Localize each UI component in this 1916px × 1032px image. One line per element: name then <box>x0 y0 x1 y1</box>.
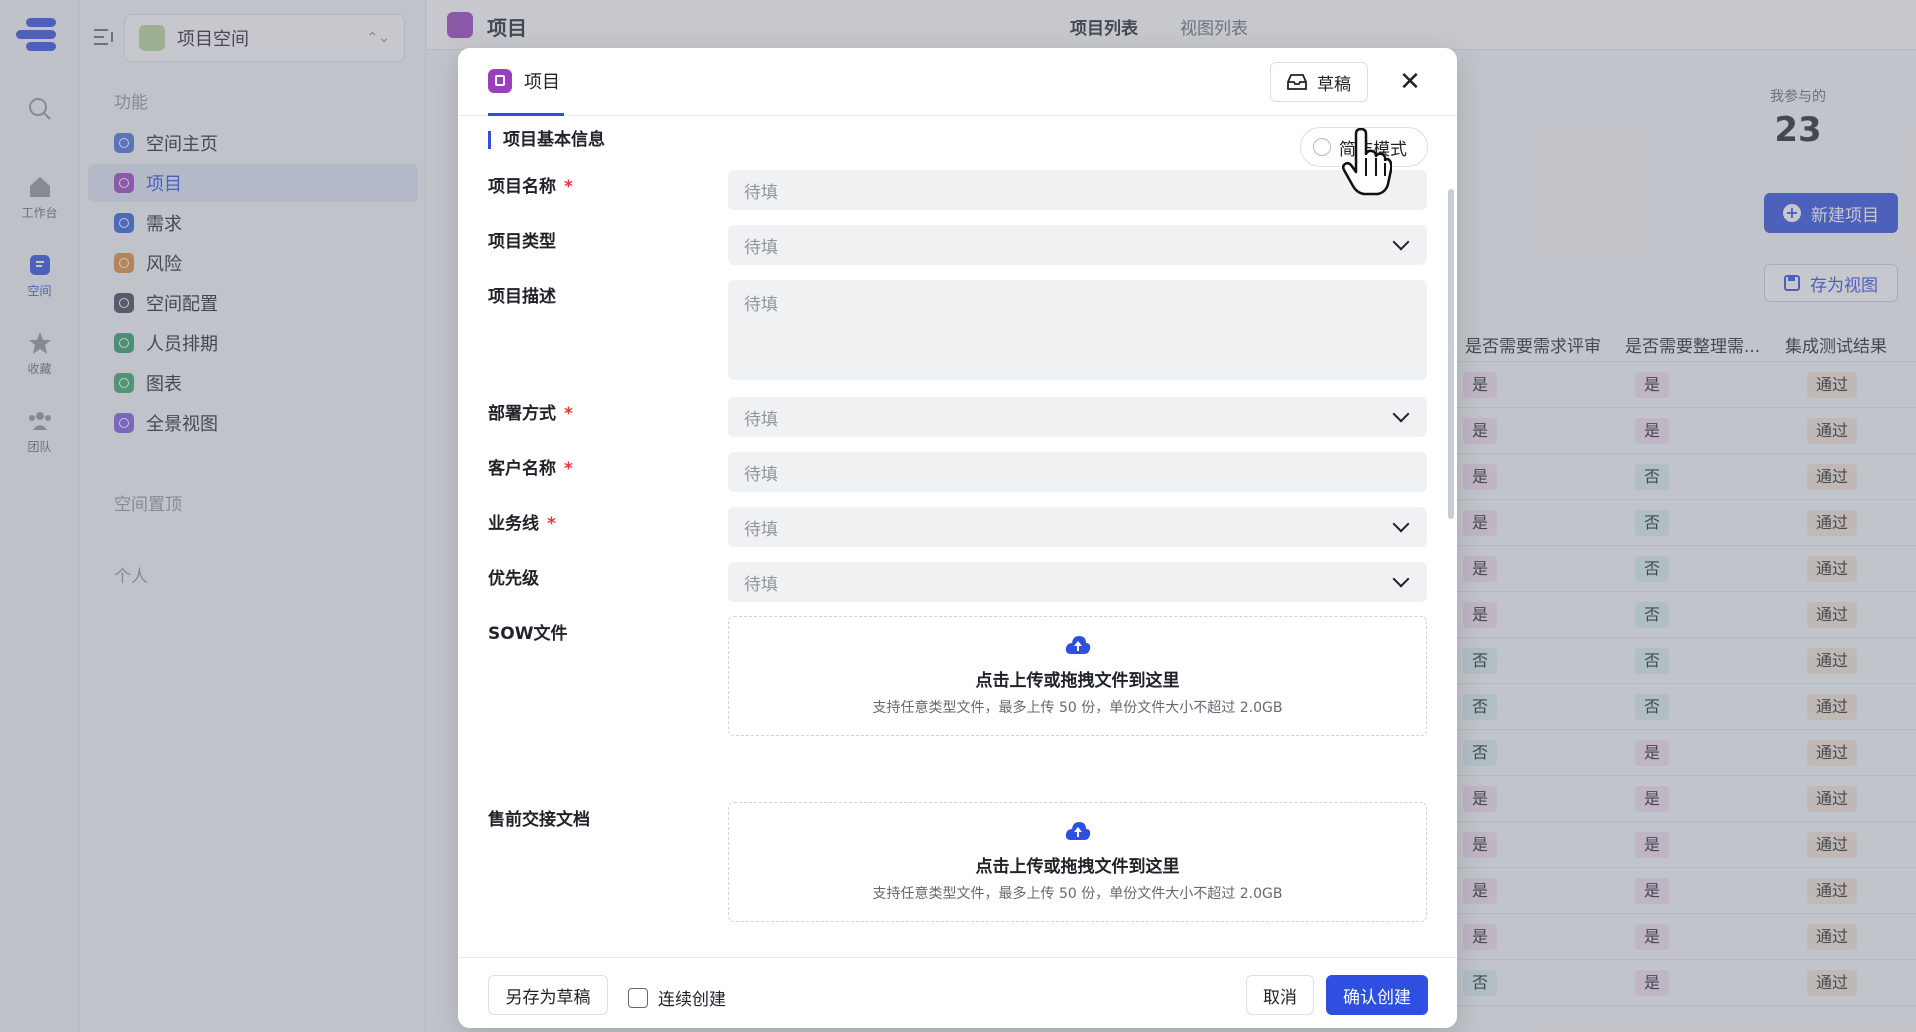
field-label-project-type: 项目类型 <box>488 232 556 252</box>
modal-header: 项目 草稿 ✕ <box>458 48 1457 116</box>
continuous-create-checkbox[interactable]: 连续创建 <box>628 985 726 1010</box>
upload-hint: 支持任意类型文件，最多上传 50 份，单份文件大小不超过 2.0GB <box>872 700 1283 716</box>
field-label-business: 业务线 * <box>488 514 556 534</box>
cancel-button[interactable]: 取消 <box>1246 975 1314 1015</box>
deploy-mode-select[interactable]: 待填 <box>728 397 1427 437</box>
priority-select[interactable]: 待填 <box>728 562 1427 602</box>
project-type-select[interactable]: 待填 <box>728 225 1427 265</box>
modal-footer: 另存为草稿 连续创建 取消 确认创建 <box>458 957 1457 1028</box>
tab-project[interactable]: 项目 <box>488 48 564 116</box>
cloud-upload-icon <box>1065 822 1090 840</box>
inbox-icon <box>1287 74 1307 90</box>
field-label-presales: 售前交接文档 <box>488 810 590 830</box>
modal-scrollbar[interactable] <box>1448 189 1454 519</box>
field-label-project-name: 项目名称 * <box>488 177 573 197</box>
project-description-textarea[interactable]: 待填 <box>728 280 1427 380</box>
project-name-input[interactable]: 待填 <box>728 170 1427 210</box>
chevron-down-icon <box>1392 405 1410 423</box>
section-basic-info: 项目基本信息 <box>488 131 605 149</box>
chevron-down-icon <box>1392 233 1410 251</box>
upload-title: 点击上传或拖拽文件到这里 <box>975 671 1180 691</box>
radio-icon <box>1313 138 1331 156</box>
field-label-customer: 客户名称 * <box>488 459 573 479</box>
business-line-select[interactable]: 待填 <box>728 507 1427 547</box>
confirm-create-button[interactable]: 确认创建 <box>1326 975 1428 1015</box>
modal-tab-label: 项目 <box>524 71 560 93</box>
chevron-down-icon <box>1392 570 1410 588</box>
close-icon[interactable]: ✕ <box>1396 68 1424 96</box>
modal-body: 项目基本信息 简洁模式 项目名称 * 待填 项目类型 待填 项目描述 待填 部署方… <box>458 117 1457 957</box>
presales-upload-zone[interactable]: 点击上传或拖拽文件到这里 支持任意类型文件，最多上传 50 份，单份文件大小不超… <box>728 802 1427 922</box>
field-label-sow: SOW文件 <box>488 624 568 644</box>
cloud-upload-icon <box>1065 636 1090 654</box>
draft-button[interactable]: 草稿 <box>1270 62 1368 102</box>
customer-name-input[interactable]: 待填 <box>728 452 1427 492</box>
chevron-down-icon <box>1392 515 1410 533</box>
create-project-modal: 项目 草稿 ✕ 项目基本信息 简洁模式 项目名称 * 待填 项目类型 待填 项目描… <box>458 48 1457 1028</box>
field-label-priority: 优先级 <box>488 569 539 589</box>
hand-cursor-icon <box>1342 128 1392 196</box>
draft-label: 草稿 <box>1317 74 1351 95</box>
upload-title: 点击上传或拖拽文件到这里 <box>975 857 1180 877</box>
sow-upload-zone[interactable]: 点击上传或拖拽文件到这里 支持任意类型文件，最多上传 50 份，单份文件大小不超… <box>728 616 1427 736</box>
field-label-project-desc: 项目描述 <box>488 287 556 307</box>
checkbox-icon <box>628 987 648 1008</box>
project-icon <box>488 68 512 93</box>
save-draft-button[interactable]: 另存为草稿 <box>488 975 608 1015</box>
upload-hint: 支持任意类型文件，最多上传 50 份，单份文件大小不超过 2.0GB <box>872 886 1283 902</box>
continuous-create-label: 连续创建 <box>658 990 726 1010</box>
field-label-deploy: 部署方式 * <box>488 404 573 424</box>
